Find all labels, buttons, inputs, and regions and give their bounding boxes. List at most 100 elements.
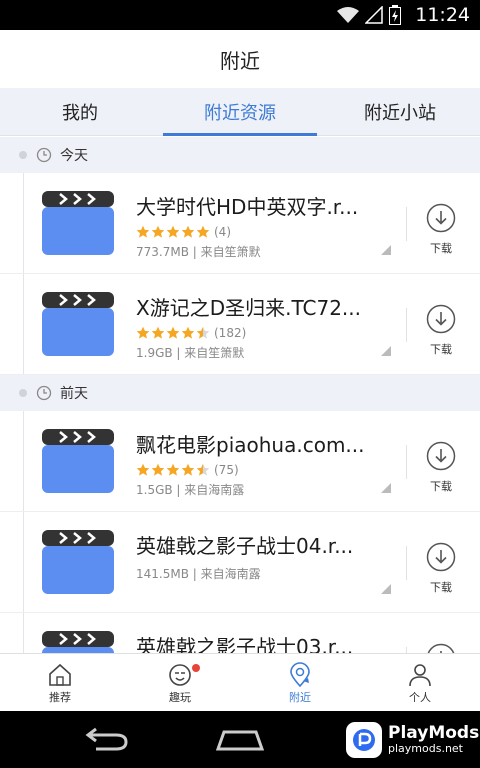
corner-triangle-icon [381,245,391,255]
timeline-dot [19,151,27,159]
star-full-icon [166,225,180,238]
file-name: 飘花电影piaohua.com... [136,433,365,457]
file-meta: 141.5MB | 来自海南露 [136,567,261,581]
list-item[interactable]: 大学时代HD中英双字.r... (4) 773.7MB | 来自笙箫默 下载 [0,173,480,274]
star-rating: (75) [136,462,386,478]
download-button[interactable]: 下载 [424,542,458,595]
nav-recommend[interactable]: 推荐 [0,654,120,711]
star-half-icon [196,326,210,339]
resource-list[interactable]: 今天 大学时代HD中英双字.r... (4) 773.7MB | 来自笙箫默 下… [0,137,480,653]
tab-bar: 我的 附近资源 附近小站 [0,88,480,136]
list-item[interactable]: X游记之D圣归来.TC72... (182) 1.9GB | 来自笙箫默 下载 [0,274,480,375]
battery-icon [389,5,402,25]
list-item[interactable]: 飘花电影piaohua.com... (75) 1.5GB | 来自海南露 下载 [0,411,480,512]
file-meta: 1.5GB | 来自海南露 [136,483,245,497]
person-icon [409,663,431,686]
video-clapper-icon [42,631,114,653]
nav-label: 趣玩 [169,690,191,704]
video-clapper-icon [42,530,114,594]
list-item[interactable]: 英雄戟之影子战士04.r... 141.5MB | 来自海南露 下载 [0,512,480,613]
nav-label: 附近 [289,690,311,704]
file-meta: 773.7MB | 来自笙箫默 [136,245,261,259]
signal-icon [365,6,383,24]
section-header-today: 今天 [0,137,480,173]
download-icon [426,542,456,572]
page-title: 附近 [0,30,480,88]
divider [406,546,407,580]
watermark-url: playmods.net [388,742,463,755]
file-name: 大学时代HD中英双字.r... [136,195,359,219]
location-icon [290,661,310,687]
star-full-icon [136,225,150,238]
corner-triangle-icon [381,584,391,594]
star-full-icon [181,463,195,476]
section-label: 前天 [60,386,88,402]
star-full-icon [181,225,195,238]
divider [406,445,407,479]
star-full-icon [181,326,195,339]
star-half-icon [196,463,210,476]
fun-icon [169,663,191,686]
star-full-icon [151,225,165,238]
notification-badge [192,664,200,672]
download-label: 下载 [430,480,452,493]
video-clapper-icon [42,429,114,493]
back-icon[interactable] [82,727,130,753]
corner-triangle-icon [381,346,391,356]
nav-profile[interactable]: 个人 [360,654,480,711]
video-clapper-icon [42,292,114,356]
star-rating: (4) [136,224,386,240]
section-header-day-before: 前天 [0,375,480,411]
download-icon [427,643,455,653]
status-bar: 11:24 [0,0,480,30]
timeline-dot [19,389,27,397]
rating-count: (182) [214,326,247,340]
download-button[interactable]: 下载 [424,304,458,357]
rating-count: (75) [214,463,239,477]
wifi-icon [337,6,360,24]
star-full-icon [151,463,165,476]
watermark-brand: PlayMods [388,723,480,743]
divider [406,308,407,342]
download-button[interactable] [424,643,458,653]
download-label: 下载 [430,242,452,255]
list-item[interactable]: 英雄戟之影子战士03.r... [0,613,480,653]
file-name: 英雄戟之影子战士04.r... [136,534,354,558]
home-icon [49,663,71,686]
nav-label: 推荐 [49,690,71,704]
download-label: 下载 [430,343,452,356]
nav-fun[interactable]: 趣玩 [120,654,240,711]
rating-count: (4) [214,225,231,239]
section-label: 今天 [60,148,88,164]
star-full-icon [136,326,150,339]
playmods-watermark: PlayMods playmods.net [346,722,479,758]
clock-time: 11:24 [415,4,470,26]
star-full-icon [151,326,165,339]
bottom-nav: 推荐 趣玩 附近 个人 [0,653,480,711]
download-icon [426,304,456,334]
playmods-logo-icon [346,722,382,758]
clock-icon [36,385,52,401]
star-full-icon [196,225,210,238]
star-rating: (182) [136,325,386,341]
star-full-icon [166,326,180,339]
download-button[interactable]: 下载 [424,203,458,256]
home-button-icon[interactable] [214,729,266,751]
tab-mine[interactable]: 我的 [0,88,160,135]
file-meta: 1.9GB | 来自笙箫默 [136,346,245,360]
star-full-icon [136,463,150,476]
nav-nearby[interactable]: 附近 [240,654,360,711]
tab-nearby-resources[interactable]: 附近资源 [160,88,320,136]
download-label: 下载 [430,581,452,594]
nav-label: 个人 [409,690,431,704]
corner-triangle-icon [381,483,391,493]
file-name: X游记之D圣归来.TC72... [136,296,361,320]
download-icon [426,441,456,471]
download-button[interactable]: 下载 [424,441,458,494]
star-full-icon [166,463,180,476]
download-icon [426,203,456,233]
video-clapper-icon [42,191,114,255]
file-name: 英雄戟之影子战士03.r... [136,635,354,653]
tab-nearby-stations[interactable]: 附近小站 [320,88,480,135]
divider [406,207,407,241]
